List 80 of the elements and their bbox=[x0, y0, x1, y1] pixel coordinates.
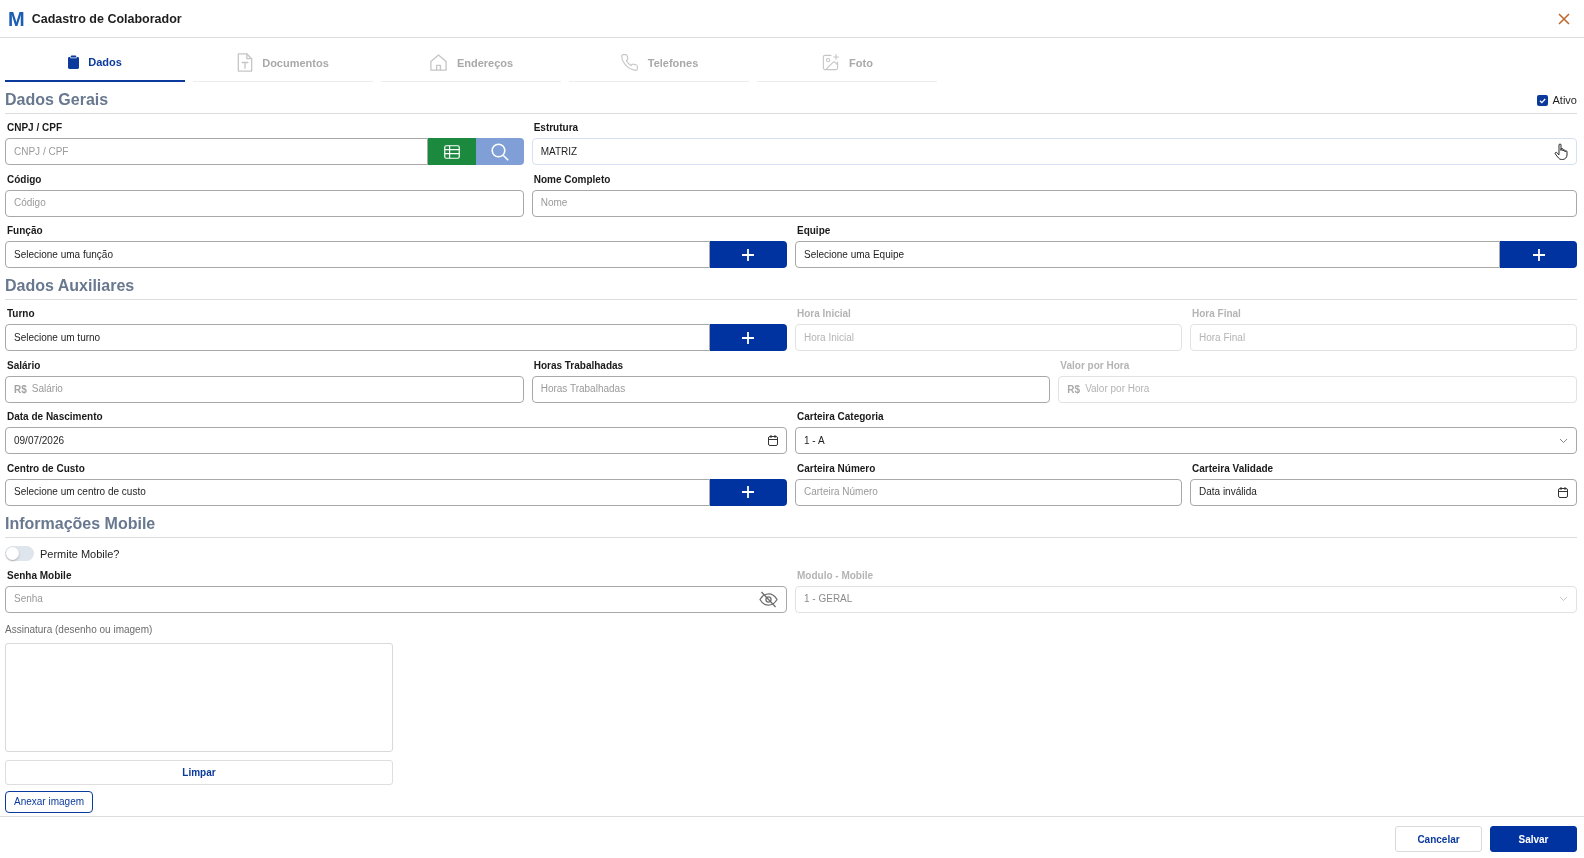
section-title: Informações Mobile bbox=[5, 513, 156, 534]
toggle-switch[interactable] bbox=[5, 546, 34, 561]
field-label: Nome Completo bbox=[533, 172, 611, 187]
dropdown-field[interactable]: 1 - A bbox=[795, 427, 1577, 454]
date-field[interactable]: Data inválida bbox=[1190, 478, 1577, 506]
close-button[interactable] bbox=[1557, 11, 1571, 26]
plus-icon bbox=[742, 331, 755, 344]
plus-icon bbox=[1532, 248, 1545, 261]
text-field[interactable]: Nome bbox=[531, 189, 1577, 217]
currency-prefix: R$ bbox=[14, 383, 27, 395]
close-icon bbox=[1558, 12, 1570, 25]
chevron-down-icon bbox=[1559, 437, 1568, 444]
image-add-icon bbox=[821, 53, 841, 72]
add-button[interactable] bbox=[710, 478, 787, 506]
text-field[interactable]: MATRIZ bbox=[531, 138, 1577, 165]
cancel-button[interactable]: Cancelar bbox=[1395, 826, 1482, 852]
toggle-label: Permite Mobile? bbox=[40, 547, 120, 560]
field-label: Estrutura bbox=[533, 121, 579, 135]
date-field[interactable]: 09/07/2026 bbox=[5, 427, 787, 454]
save-button[interactable]: Salvar bbox=[1490, 826, 1577, 852]
tab[interactable]: Endereços bbox=[381, 44, 561, 82]
dropdown-field[interactable]: Selecione um centro de custo bbox=[5, 478, 710, 506]
field-label: CNPJ / CPF bbox=[7, 121, 62, 135]
text-field[interactable]: Código bbox=[5, 189, 524, 217]
tab[interactable]: Documentos bbox=[193, 44, 373, 82]
field-label: Valor por Hora bbox=[1060, 358, 1130, 373]
dropdown-field[interactable]: Selecione uma função bbox=[5, 241, 710, 268]
hand-cursor-icon bbox=[1554, 143, 1568, 160]
field-label: Hora Inicial bbox=[797, 307, 851, 321]
section-title: Dados Auxiliares bbox=[5, 276, 135, 296]
dropdown-field[interactable]: Selecione uma Equipe bbox=[795, 241, 1500, 268]
app-logo: M bbox=[8, 7, 24, 30]
field-label: Senha Mobile bbox=[7, 568, 72, 583]
field-label: Salário bbox=[7, 358, 41, 373]
clipboard-icon bbox=[68, 55, 80, 69]
field-label: Centro de Custo bbox=[7, 461, 85, 476]
currency-field[interactable]: R$ Salário bbox=[5, 375, 524, 403]
text-field[interactable]: Horas Trabalhadas bbox=[531, 375, 1051, 403]
spreadsheet-button[interactable] bbox=[427, 138, 476, 165]
clear-button[interactable]: Limpar bbox=[5, 759, 393, 785]
field-label: Carteira Validade bbox=[1192, 461, 1274, 476]
search-icon bbox=[490, 142, 509, 161]
field-label: Carteira Número bbox=[797, 461, 876, 476]
checkbox[interactable] bbox=[1536, 94, 1548, 106]
field-label: Código bbox=[7, 172, 42, 187]
house-icon bbox=[428, 53, 448, 72]
field-label: Data de Nascimento bbox=[7, 410, 103, 424]
search-button[interactable] bbox=[475, 138, 524, 165]
attach-image-button[interactable]: Anexar imagem bbox=[5, 790, 94, 813]
add-button[interactable] bbox=[1500, 241, 1577, 268]
add-button[interactable] bbox=[710, 324, 787, 351]
eye-slash-icon[interactable] bbox=[759, 590, 778, 608]
currency-prefix: R$ bbox=[1067, 383, 1081, 395]
field-label: Hora Final bbox=[1192, 307, 1241, 321]
field-label: Equipe bbox=[797, 224, 831, 238]
tab[interactable]: Foto bbox=[757, 44, 937, 82]
phone-icon bbox=[619, 53, 639, 72]
field-label: Horas Trabalhadas bbox=[533, 358, 624, 373]
tab[interactable]: Dados bbox=[5, 44, 185, 82]
chevron-down-icon bbox=[1559, 596, 1568, 602]
text-field[interactable]: CNPJ / CPF bbox=[5, 138, 428, 165]
plus-icon bbox=[742, 486, 755, 498]
field-label: Função bbox=[7, 224, 43, 238]
field-label: Turno bbox=[7, 307, 35, 321]
table-icon bbox=[443, 144, 460, 159]
tab[interactable]: Telefones bbox=[569, 44, 749, 82]
text-field[interactable]: Carteira Número bbox=[795, 478, 1182, 506]
add-button[interactable] bbox=[710, 241, 787, 268]
field-label: Carteira Categoria bbox=[797, 410, 884, 424]
section-title: Dados Gerais bbox=[5, 90, 109, 110]
window-title: Cadastro de Colaborador bbox=[31, 11, 182, 26]
dropdown-field[interactable]: Selecione um turno bbox=[5, 324, 710, 351]
plus-icon bbox=[742, 248, 755, 261]
signature-label: Assinatura (desenho ou imagem) bbox=[5, 622, 153, 637]
field-label: Modulo - Mobile bbox=[797, 568, 874, 583]
calendar-icon bbox=[1558, 486, 1568, 498]
document-icon bbox=[237, 53, 254, 72]
calendar-icon bbox=[768, 435, 778, 446]
password-field[interactable]: Senha bbox=[5, 585, 787, 613]
checkbox-label: Ativo bbox=[1552, 94, 1577, 106]
